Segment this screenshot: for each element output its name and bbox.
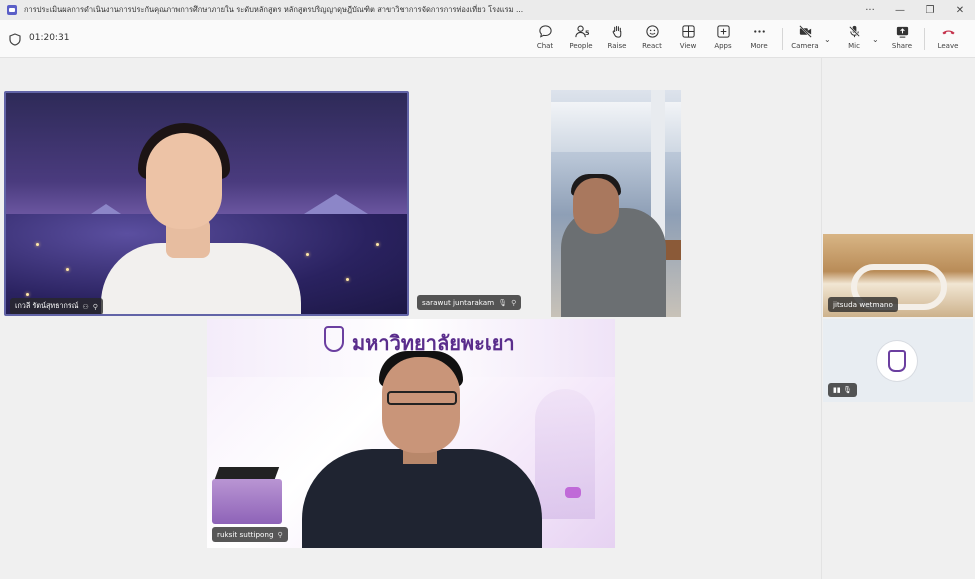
background-books	[212, 479, 282, 524]
pin-icon[interactable]: ⚲	[93, 303, 98, 311]
participant-video-face	[382, 357, 460, 453]
add-apps-icon	[716, 25, 730, 38]
meeting-toolbar: 01:20:31 Chat People 5 Raise React View …	[0, 20, 975, 58]
meeting-timer: 01:20:31	[29, 33, 70, 43]
view-label: View	[679, 42, 697, 50]
camera-options-chevron-icon[interactable]: ⌄	[824, 35, 831, 44]
participant-video-glasses	[387, 391, 457, 405]
participant-video-face	[146, 133, 222, 229]
mic-off-icon: 🎙	[498, 298, 508, 307]
participant-name-tag: เกวลี รัตน์สุทธากรณ์ ⚇ ⚲	[10, 298, 103, 314]
hand-icon	[612, 25, 621, 38]
apps-button[interactable]: Apps	[706, 24, 740, 50]
chat-bubble-icon	[565, 487, 581, 498]
participant-status-tag: ▮▮ 🎙	[828, 383, 857, 397]
background-temple	[535, 389, 595, 519]
participant-name-tag: ruksit suttipong ⚲	[212, 527, 288, 542]
phone-hangup-icon	[941, 30, 955, 35]
raise-label: Raise	[607, 42, 627, 50]
more-options-icon[interactable]: ···	[855, 0, 885, 20]
background-light	[346, 278, 349, 281]
graduation-cap-icon	[214, 467, 280, 479]
close-icon[interactable]: ✕	[945, 0, 975, 20]
participant-name: sarawut juntarakam	[422, 298, 495, 307]
participant-tile[interactable]	[551, 90, 681, 317]
participant-name-tag: jitsuda wetmano	[828, 297, 898, 312]
more-label: More	[750, 42, 768, 50]
pin-icon[interactable]: ⚲	[278, 531, 283, 539]
participant-name: ruksit suttipong	[217, 530, 274, 539]
raise-hand-button[interactable]: Raise	[600, 24, 634, 50]
background-light	[66, 268, 69, 271]
signal-bars-icon: ▮▮	[833, 386, 841, 394]
chat-label: Chat	[536, 42, 554, 50]
mic-off-icon: 🎙	[842, 386, 852, 394]
ellipsis-icon	[753, 30, 765, 33]
participant-name: jitsuda wetmano	[833, 300, 893, 309]
more-button[interactable]: More	[742, 24, 776, 50]
people-icon: ⚇	[82, 302, 89, 311]
camera-off-icon	[798, 25, 812, 38]
restore-icon[interactable]: ❐	[915, 0, 945, 20]
share-label: Share	[891, 42, 913, 50]
react-label: React	[642, 42, 662, 50]
participant-avatar	[877, 341, 917, 381]
view-button[interactable]: View	[671, 24, 705, 50]
participant-tile[interactable]: ▮▮ 🎙	[823, 319, 973, 402]
toolbar-divider	[924, 28, 925, 50]
shield-icon	[9, 33, 21, 46]
mic-button[interactable]: Mic	[837, 24, 871, 50]
share-button[interactable]: Share	[885, 24, 919, 50]
participant-tile[interactable]: มหาวิทยาลัยพะเยา ruksit suttipong ⚲	[207, 319, 615, 548]
share-screen-icon	[896, 26, 908, 38]
participant-tile[interactable]: jitsuda wetmano	[823, 234, 973, 317]
window-title-bar: การประเมินผลการดำเนินงานการประกันคุณภาพก…	[0, 0, 975, 20]
participant-side-strip: jitsuda wetmano ▮▮ 🎙	[821, 58, 975, 579]
camera-button[interactable]: Camera	[788, 24, 822, 50]
react-button[interactable]: React	[635, 24, 669, 50]
mic-label: Mic	[848, 42, 860, 50]
teams-app-icon	[7, 5, 17, 15]
university-logo	[324, 326, 344, 352]
chat-button[interactable]: Chat	[528, 24, 562, 50]
background-light	[306, 253, 309, 256]
participant-name-tag: sarawut juntarakam 🎙 ⚲	[417, 295, 522, 310]
mic-options-chevron-icon[interactable]: ⌄	[872, 35, 879, 44]
people-count-badge: 5	[585, 29, 590, 37]
video-stage: เกวลี รัตน์สุทธากรณ์ ⚇ ⚲ sarawut juntara…	[0, 58, 821, 579]
participant-tile-active-speaker[interactable]: เกวลี รัตน์สุทธากรณ์ ⚇ ⚲	[4, 91, 409, 316]
grid-view-icon	[681, 25, 695, 38]
people-label: People	[569, 42, 593, 50]
people-button[interactable]: People	[564, 24, 598, 50]
leave-button[interactable]: Leave	[931, 24, 965, 50]
meeting-title: การประเมินผลการดำเนินงานการประกันคุณภาพก…	[24, 5, 524, 14]
chat-icon	[538, 25, 552, 38]
camera-label: Camera	[791, 42, 819, 50]
background-light	[26, 293, 29, 296]
toolbar-divider	[782, 28, 783, 50]
leave-label: Leave	[937, 42, 959, 50]
mic-off-icon	[848, 25, 860, 38]
minimize-icon[interactable]: —	[885, 0, 915, 20]
apps-label: Apps	[714, 42, 732, 50]
window-controls: ··· — ❐ ✕	[855, 0, 975, 20]
background-light	[36, 243, 39, 246]
background-light	[376, 243, 379, 246]
participant-name: เกวลี รัตน์สุทธากรณ์	[15, 301, 79, 310]
participant-video-face	[573, 178, 619, 234]
pin-icon[interactable]: ⚲	[511, 299, 516, 307]
smiley-icon	[645, 25, 659, 38]
